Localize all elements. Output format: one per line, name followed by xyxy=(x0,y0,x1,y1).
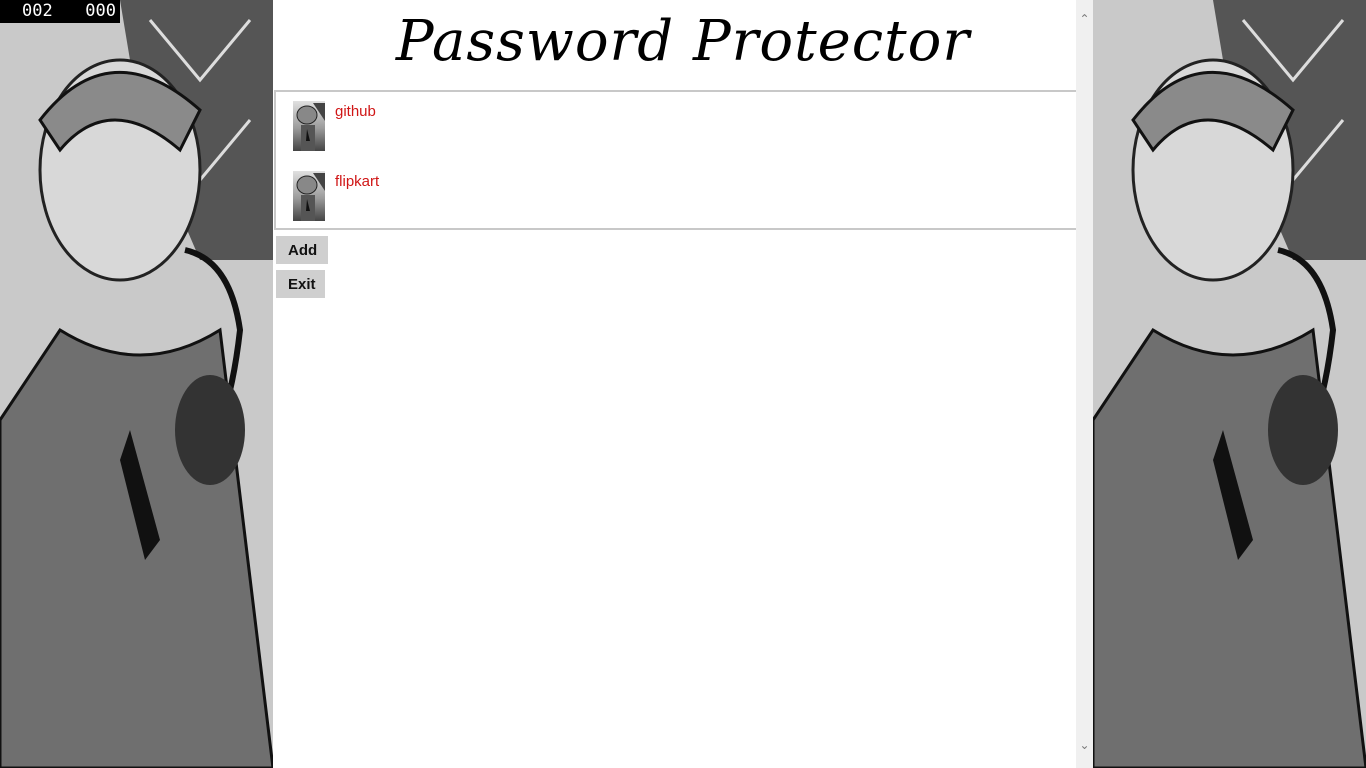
app-title: Password Protector xyxy=(395,9,971,74)
add-button[interactable]: Add xyxy=(276,236,328,264)
sherlock-illustration-right xyxy=(1093,0,1366,768)
scroll-up-icon[interactable]: ⌃ xyxy=(1076,10,1093,28)
list-item-flipkart[interactable]: flipkart xyxy=(293,171,993,223)
frame-counter-left: 002 xyxy=(22,1,53,21)
detective-thumbnail-icon xyxy=(293,171,325,221)
vertical-scrollbar[interactable]: ⌃ ⌄ xyxy=(1076,0,1093,768)
frame-counter-right: 000 xyxy=(85,1,116,21)
exit-button[interactable]: Exit xyxy=(276,270,325,298)
entry-label-flipkart[interactable]: flipkart xyxy=(335,171,379,193)
sherlock-illustration-left xyxy=(0,0,273,768)
frame-rate-counter: 002 000 xyxy=(0,0,120,23)
scroll-down-icon[interactable]: ⌄ xyxy=(1076,736,1093,754)
password-list: github flipkart xyxy=(274,90,1090,230)
entry-label-github[interactable]: github xyxy=(335,101,376,123)
detective-thumbnail-icon xyxy=(293,101,325,151)
app-main: Password Protector github flipkart Add E… xyxy=(273,0,1093,768)
list-item-github[interactable]: github xyxy=(293,101,993,153)
